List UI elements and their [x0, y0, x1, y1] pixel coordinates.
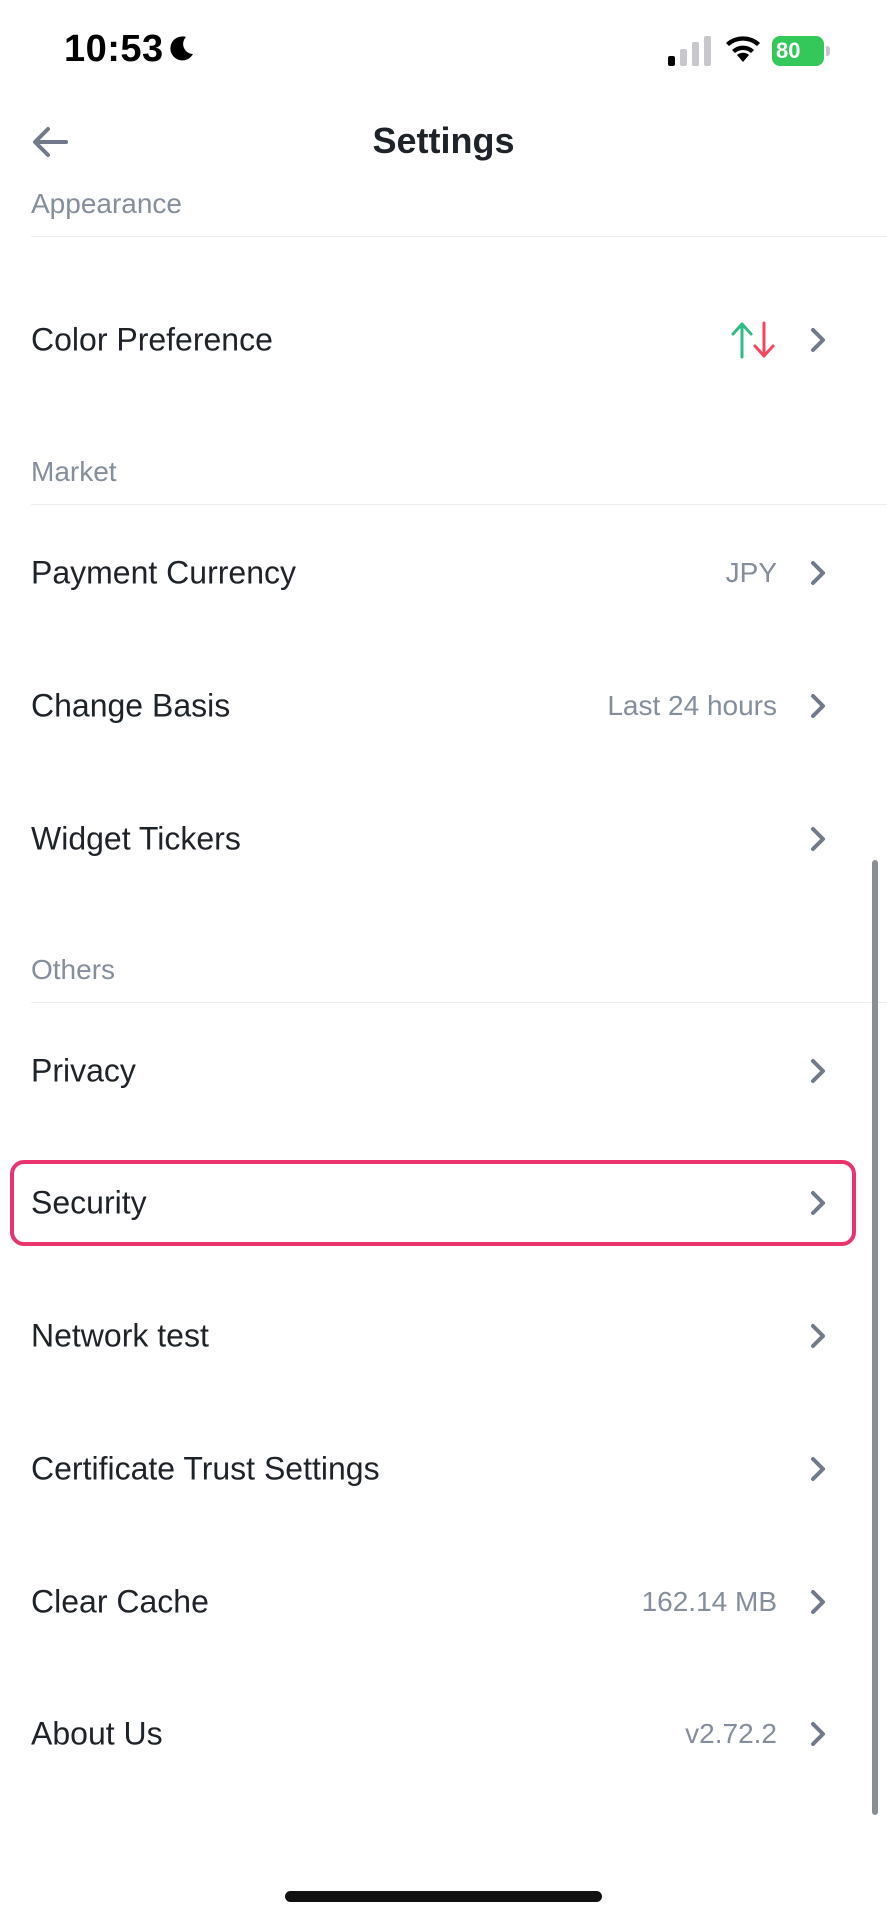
- cellular-signal-icon: [668, 36, 711, 66]
- row-certificate-trust-settings[interactable]: Certificate Trust Settings: [0, 1419, 887, 1519]
- chevron-right-icon: [811, 1457, 825, 1481]
- chevron-right-icon: [811, 1059, 825, 1083]
- row-privacy[interactable]: Privacy: [0, 1021, 887, 1121]
- row-payment-currency[interactable]: Payment Currency JPY: [0, 523, 887, 623]
- divider: [31, 236, 887, 237]
- home-indicator[interactable]: [285, 1891, 602, 1902]
- row-security[interactable]: Security: [0, 1153, 887, 1253]
- status-time: 10:53: [64, 28, 164, 70]
- row-label: Change Basis: [31, 687, 231, 724]
- row-color-preference[interactable]: Color Preference: [0, 290, 887, 390]
- row-about-us[interactable]: About Us v2.72.2: [0, 1684, 887, 1784]
- chevron-right-icon: [811, 1722, 825, 1746]
- divider: [31, 1002, 887, 1003]
- up-down-arrows-icon: [731, 321, 775, 359]
- status-bar: 10:53 80: [0, 0, 887, 100]
- row-label: Certificate Trust Settings: [31, 1450, 380, 1487]
- row-label: Network test: [31, 1317, 209, 1354]
- chevron-right-icon: [811, 328, 825, 352]
- battery-level: 80: [772, 36, 824, 66]
- row-label: Payment Currency: [31, 554, 296, 591]
- row-change-basis[interactable]: Change Basis Last 24 hours: [0, 656, 887, 756]
- row-label: Clear Cache: [31, 1583, 209, 1620]
- row-value: Last 24 hours: [607, 690, 777, 721]
- section-header-others: Others: [31, 954, 116, 985]
- row-value: JPY: [725, 557, 777, 588]
- divider: [31, 504, 887, 505]
- battery-indicator: 80: [772, 36, 830, 66]
- row-label: About Us: [31, 1715, 163, 1752]
- row-label: Widget Tickers: [31, 820, 241, 857]
- chevron-right-icon: [811, 1324, 825, 1348]
- row-value: 162.14 MB: [641, 1586, 777, 1617]
- chevron-right-icon: [811, 1590, 825, 1614]
- chevron-right-icon: [811, 561, 825, 585]
- row-clear-cache[interactable]: Clear Cache 162.14 MB: [0, 1552, 887, 1652]
- scrollbar[interactable]: [872, 860, 878, 1815]
- row-value: v2.72.2: [685, 1718, 777, 1749]
- chevron-right-icon: [811, 827, 825, 851]
- row-network-test[interactable]: Network test: [0, 1286, 887, 1386]
- row-widget-tickers[interactable]: Widget Tickers: [0, 789, 887, 889]
- section-header-market: Market: [31, 456, 117, 487]
- chevron-right-icon: [811, 694, 825, 718]
- row-label: Color Preference: [31, 321, 273, 358]
- chevron-right-icon: [811, 1191, 825, 1215]
- battery-cap: [826, 46, 830, 56]
- moon-icon: [170, 36, 193, 61]
- row-label: Security: [31, 1184, 147, 1221]
- page-title: Settings: [372, 120, 515, 161]
- wifi-icon: [726, 36, 760, 62]
- section-header-appearance: Appearance: [31, 188, 183, 219]
- header: Settings: [0, 100, 887, 190]
- row-label: Privacy: [31, 1052, 136, 1089]
